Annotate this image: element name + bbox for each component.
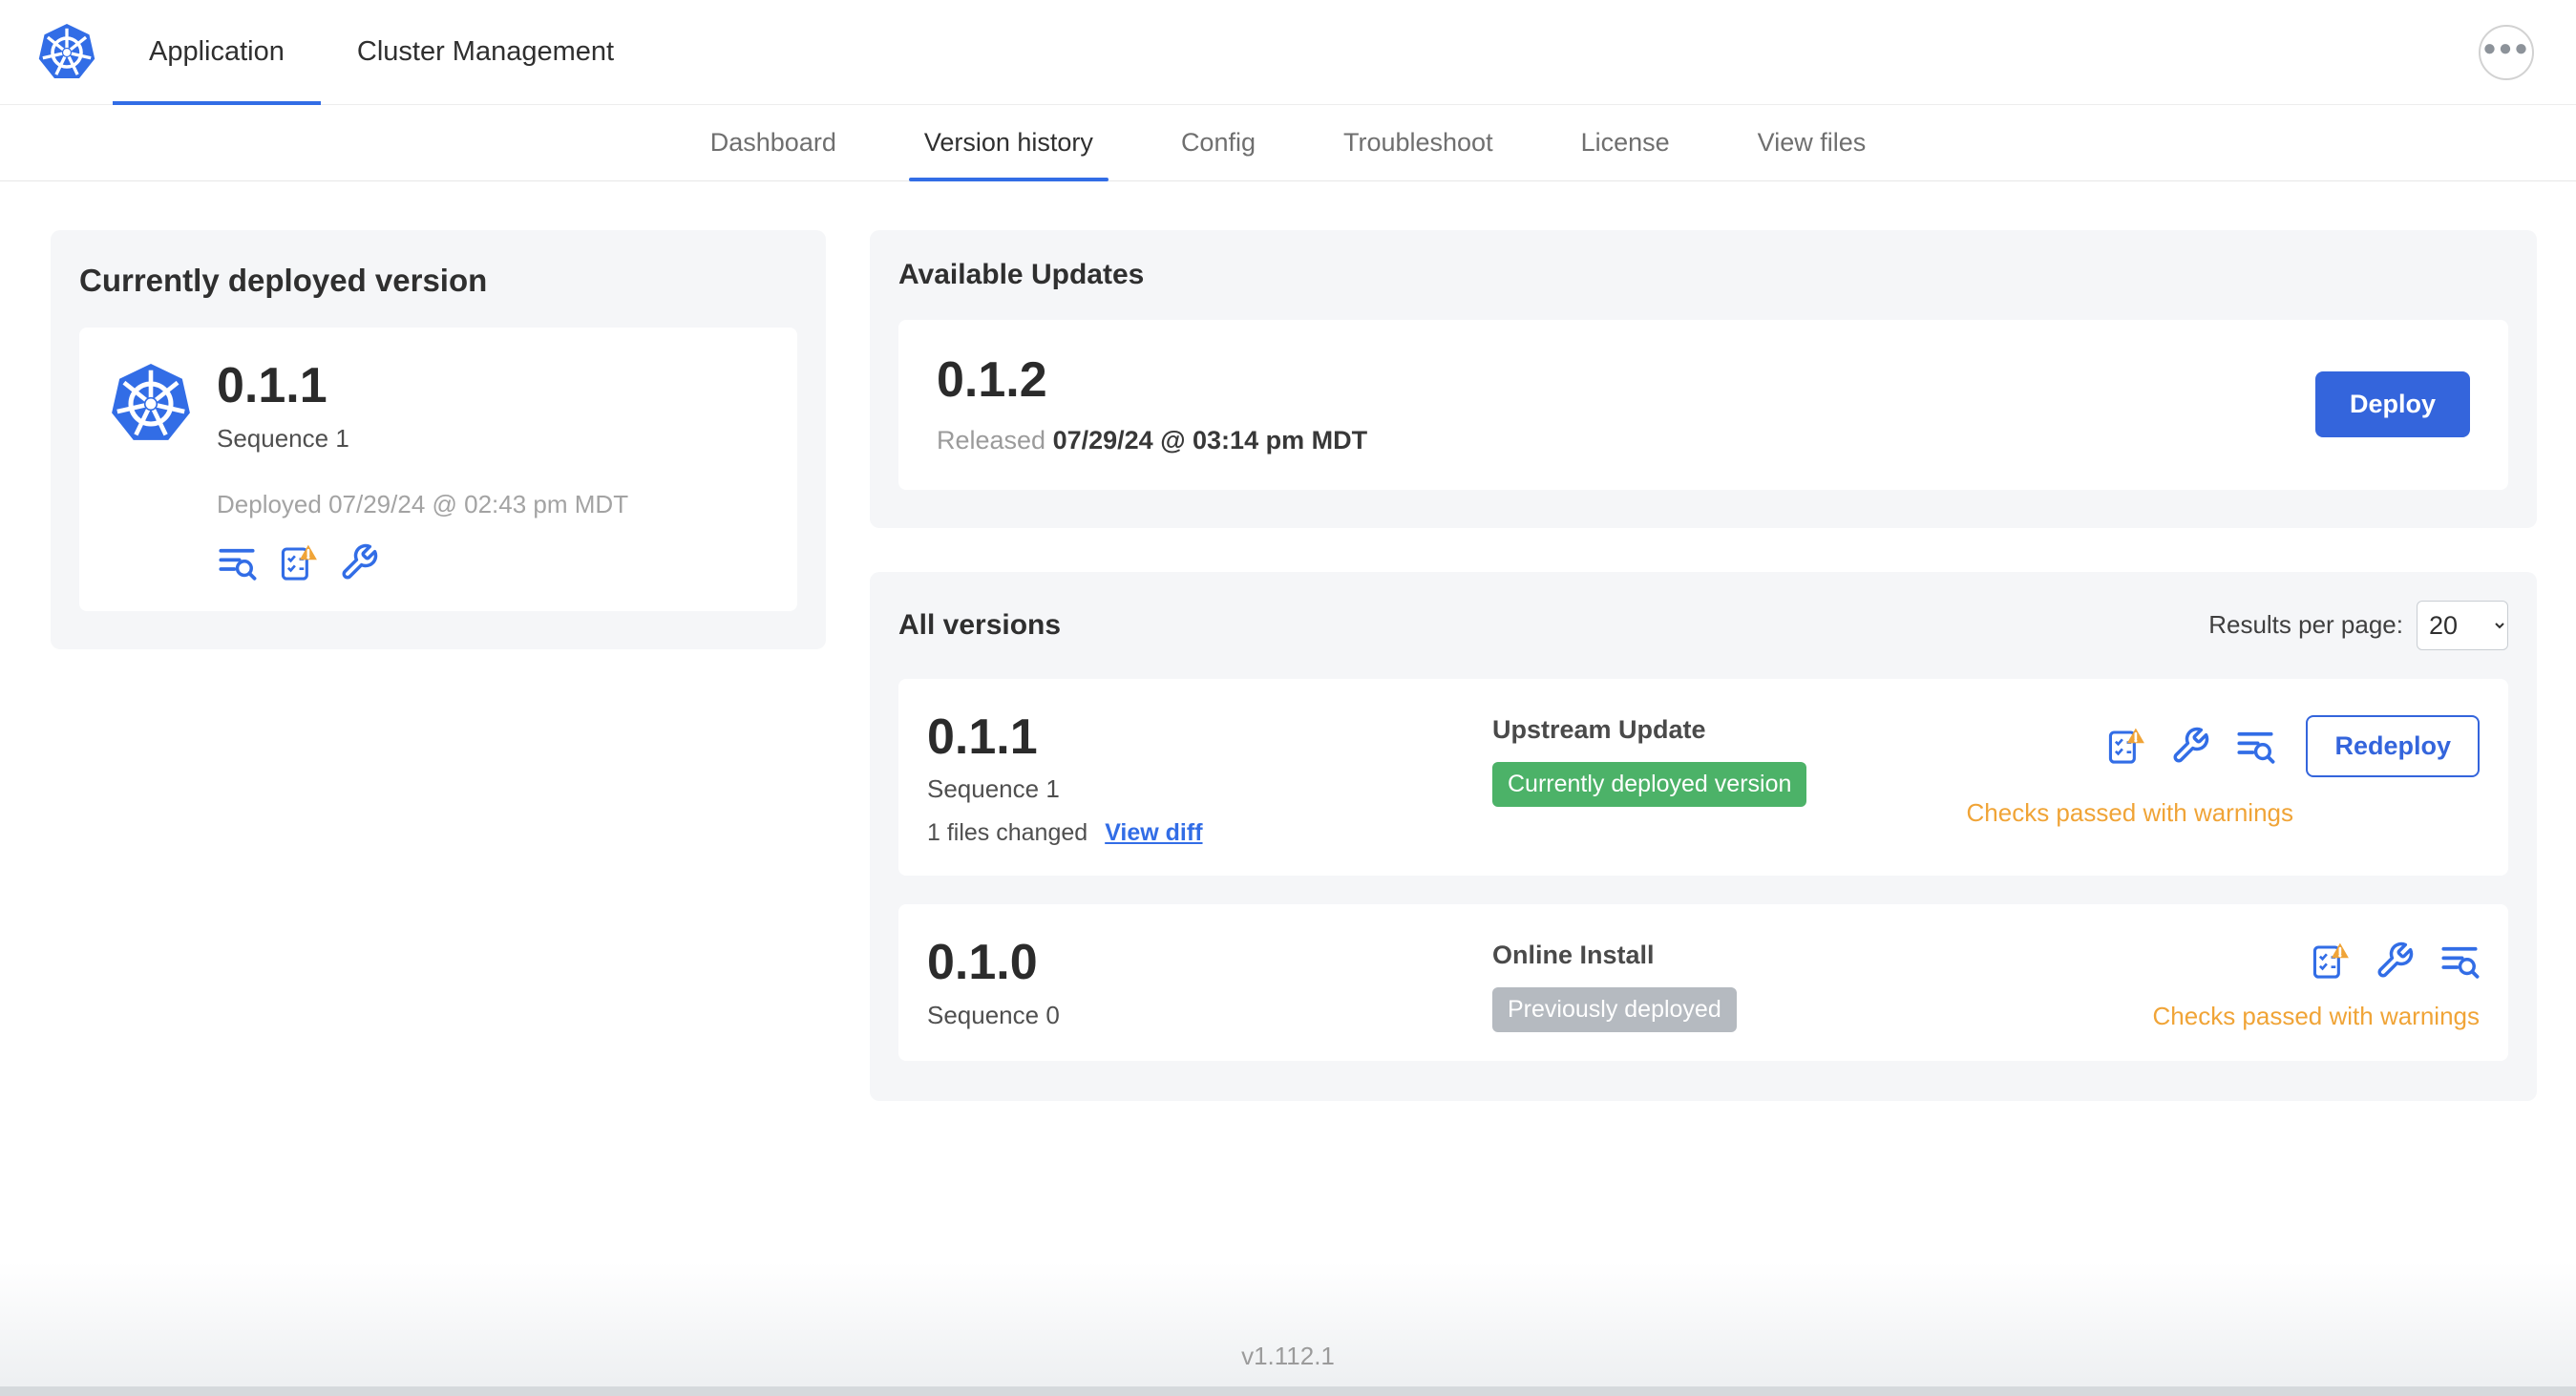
row-version-number: 0.1.1 bbox=[927, 709, 1038, 765]
view-diff-link[interactable]: View diff bbox=[1105, 819, 1202, 847]
all-versions-header: All versions Results per page: 20 bbox=[898, 600, 2508, 650]
row-sequence: Sequence 0 bbox=[927, 1000, 1060, 1029]
ellipsis-icon: ●●● bbox=[2482, 34, 2530, 61]
config-icon[interactable] bbox=[2170, 726, 2210, 766]
version-row-actions: Redeploy Checks passed with warnings bbox=[1966, 711, 2480, 828]
all-versions-card: All versions Results per page: 20 0.1.1 … bbox=[870, 571, 2537, 1102]
tab-config[interactable]: Config bbox=[1137, 105, 1299, 180]
more-menu-button[interactable]: ●●● bbox=[2479, 24, 2534, 80]
deployed-version-number: 0.1.1 bbox=[217, 358, 327, 413]
redeploy-button[interactable]: Redeploy bbox=[2306, 714, 2480, 777]
deployed-version-card: 0.1.1 Sequence 1 Deployed 07/29/24 @ 02:… bbox=[79, 328, 797, 611]
app-subnav: Dashboard Version history Config Trouble… bbox=[0, 105, 2576, 181]
main-content: Currently deployed version 0.1.1 Sequenc… bbox=[0, 181, 2576, 1102]
files-changed-line: 1 files changed View diff bbox=[927, 819, 1492, 847]
right-column: Available Updates 0.1.2 Released 07/29/2… bbox=[870, 230, 2537, 1102]
checks-status: Checks passed with warnings bbox=[2152, 1002, 2481, 1031]
version-row: 0.1.1 Sequence 1 1 files changed View di… bbox=[898, 678, 2508, 877]
status-badge: Previously deployed bbox=[1492, 987, 1737, 1033]
status-badge: Currently deployed version bbox=[1492, 761, 1807, 807]
released-label: Released bbox=[937, 425, 1046, 455]
row-version-number: 0.1.0 bbox=[927, 935, 1038, 991]
source-label: Online Install bbox=[1492, 941, 1655, 970]
currently-deployed-title: Currently deployed version bbox=[79, 263, 488, 298]
logs-icon[interactable] bbox=[2235, 726, 2275, 766]
results-per-page-select[interactable]: 20 bbox=[2417, 600, 2508, 650]
source-label: Upstream Update bbox=[1492, 714, 1706, 744]
app-footer: v1.112.1 bbox=[0, 1262, 2576, 1396]
update-row: 0.1.2 Released 07/29/24 @ 03:14 pm MDT D… bbox=[898, 320, 2508, 490]
kubernetes-logo bbox=[21, 0, 113, 104]
currently-deployed-card: Currently deployed version 0.1.1 Sequenc… bbox=[51, 230, 826, 649]
preflight-checks-icon[interactable] bbox=[2310, 941, 2350, 981]
action-icons bbox=[2310, 941, 2480, 981]
top-navbar: Application Cluster Management ●●● bbox=[0, 0, 2576, 105]
tab-cluster-management[interactable]: Cluster Management bbox=[321, 0, 650, 104]
logs-icon[interactable] bbox=[217, 542, 257, 582]
version-row: 0.1.0 Sequence 0 Online Install Previous… bbox=[898, 904, 2508, 1062]
config-icon[interactable] bbox=[2375, 941, 2415, 981]
topnav-right: ●●● bbox=[2479, 0, 2576, 104]
tab-dashboard[interactable]: Dashboard bbox=[666, 105, 880, 180]
available-updates-title: Available Updates bbox=[898, 259, 1145, 290]
all-versions-title: All versions bbox=[898, 608, 1062, 641]
tab-license[interactable]: License bbox=[1537, 105, 1714, 180]
config-icon[interactable] bbox=[339, 542, 379, 582]
kubernetes-app-icon bbox=[110, 364, 192, 444]
logs-icon[interactable] bbox=[2439, 941, 2480, 981]
action-icons: Redeploy bbox=[2105, 714, 2480, 777]
app-version-label: v1.112.1 bbox=[1241, 1342, 1335, 1370]
tab-application[interactable]: Application bbox=[113, 0, 321, 105]
row-sequence: Sequence 1 bbox=[927, 774, 1060, 804]
deploy-button[interactable]: Deploy bbox=[2314, 371, 2470, 438]
update-info: 0.1.2 Released 07/29/24 @ 03:14 pm MDT bbox=[937, 354, 1367, 455]
preflight-checks-icon[interactable] bbox=[2105, 726, 2145, 766]
tab-troubleshoot[interactable]: Troubleshoot bbox=[1299, 105, 1537, 180]
available-updates-card: Available Updates 0.1.2 Released 07/29/2… bbox=[870, 230, 2537, 528]
deployed-icon-row bbox=[217, 542, 628, 582]
tab-version-history[interactable]: Version history bbox=[880, 105, 1137, 181]
results-per-page: Results per page: 20 bbox=[2208, 600, 2508, 650]
tab-view-files[interactable]: View files bbox=[1714, 105, 1911, 180]
version-row-source: Upstream Update Currently deployed versi… bbox=[1492, 711, 1967, 807]
checks-status: Checks passed with warnings bbox=[1966, 797, 2294, 827]
deployed-timestamp: Deployed 07/29/24 @ 02:43 pm MDT bbox=[217, 489, 629, 518]
version-row-actions: Checks passed with warnings bbox=[2152, 937, 2481, 1031]
update-released-line: Released 07/29/24 @ 03:14 pm MDT bbox=[937, 426, 1367, 455]
files-changed-label: 1 files changed bbox=[927, 819, 1088, 847]
released-date: 07/29/24 @ 03:14 pm MDT bbox=[1052, 425, 1368, 455]
version-row-source: Online Install Previously deployed bbox=[1492, 937, 2153, 1033]
version-row-info: 0.1.0 Sequence 0 bbox=[927, 937, 1492, 1030]
deployed-version-info: 0.1.1 Sequence 1 Deployed 07/29/24 @ 02:… bbox=[217, 360, 628, 582]
bottom-scrollbar[interactable] bbox=[0, 1386, 2576, 1396]
preflight-checks-icon[interactable] bbox=[278, 542, 318, 582]
results-per-page-label: Results per page: bbox=[2208, 610, 2403, 640]
update-version-number: 0.1.2 bbox=[937, 352, 1047, 408]
deployed-sequence: Sequence 1 bbox=[217, 423, 349, 453]
version-row-info: 0.1.1 Sequence 1 1 files changed View di… bbox=[927, 709, 1492, 848]
